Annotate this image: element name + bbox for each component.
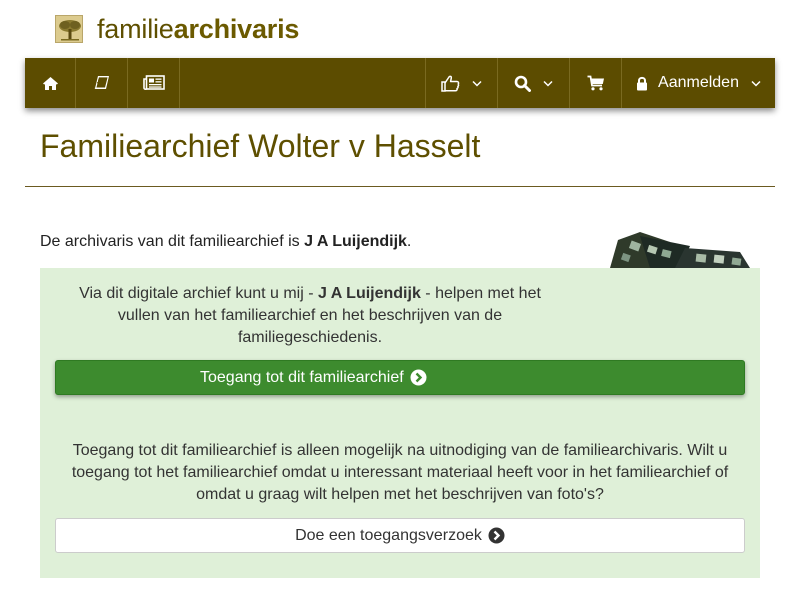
chevron-down-icon (543, 80, 553, 87)
chevron-down-icon (472, 80, 482, 87)
archivist-name: J A Luijendijk (304, 233, 407, 250)
nav-cart[interactable] (570, 58, 622, 108)
nav-home[interactable] (25, 58, 76, 108)
tree-icon (55, 15, 83, 43)
help-invitation-text: Via dit digitale archief kunt u mij - J … (79, 285, 541, 346)
book-icon (94, 76, 109, 89)
title-divider (25, 186, 775, 187)
access-request-button[interactable]: Doe een toegangsverzoek (55, 518, 745, 553)
login-label: Aanmelden (658, 74, 739, 91)
chevron-down-icon (751, 80, 761, 87)
nav-archive[interactable] (76, 58, 128, 108)
newspaper-icon (142, 75, 165, 90)
nav-login-dropdown[interactable]: Aanmelden (622, 58, 775, 108)
nav-search-dropdown[interactable] (498, 58, 570, 108)
nav-like-dropdown[interactable] (426, 58, 498, 108)
access-panel: Via dit digitale archief kunt u mij - J … (40, 268, 760, 578)
access-info-text: Toegang tot dit familiearchief is alleen… (71, 442, 729, 503)
main-navbar: Aanmelden (25, 58, 775, 108)
chevron-circle-right-icon (488, 527, 505, 544)
shopping-cart-icon (587, 75, 604, 91)
search-icon (514, 75, 531, 92)
chevron-circle-right-icon (410, 369, 427, 386)
archivist-intro: De archivaris van dit familiearchief is … (40, 233, 412, 250)
photo-album-image (600, 228, 760, 268)
page-title: Familiearchief Wolter v Hasselt (40, 128, 481, 164)
lock-icon (637, 76, 648, 90)
home-icon (42, 76, 58, 90)
access-archive-button[interactable]: Toegang tot dit familiearchief (55, 360, 745, 395)
brand[interactable]: familiearchivaris (55, 14, 299, 44)
thumbs-up-icon (441, 75, 460, 92)
nav-news[interactable] (128, 58, 180, 108)
brand-name: familiearchivaris (97, 13, 300, 44)
